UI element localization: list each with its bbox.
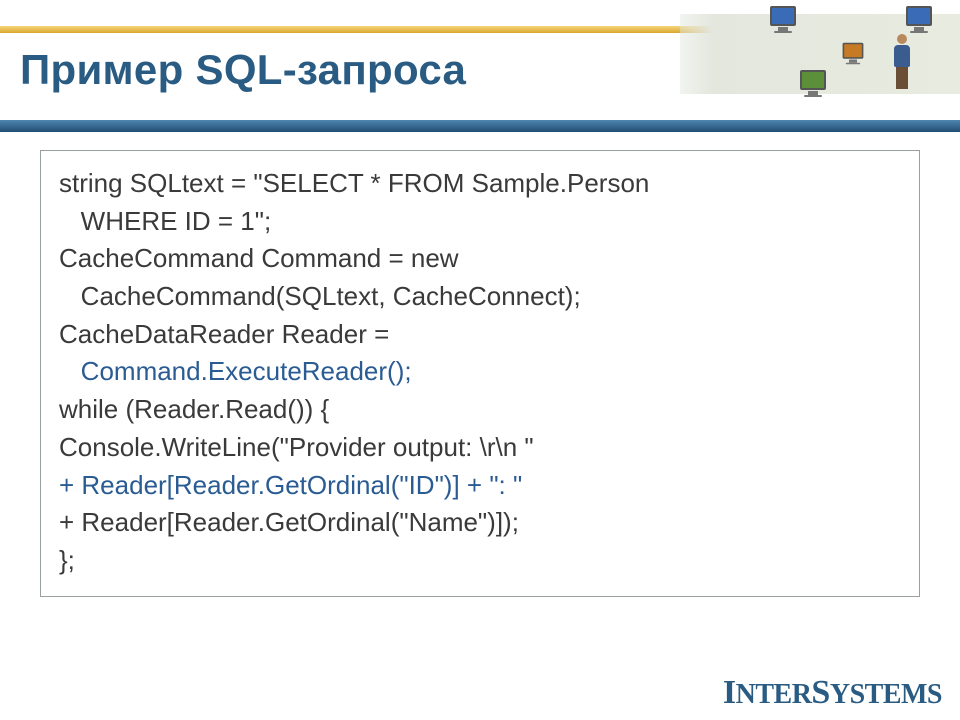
monitor-icon <box>843 43 864 65</box>
monitor-icon <box>800 70 826 97</box>
slide-title: Пример SQL-запроса <box>20 46 466 94</box>
code-line: while (Reader.Read()) { <box>59 394 329 424</box>
code-line: Console.WriteLine("Provider output: \r\n… <box>59 432 534 462</box>
code-line: }; <box>59 545 75 575</box>
code-line-highlight: Command.ExecuteReader(); <box>59 356 412 386</box>
monitor-icon <box>906 6 932 33</box>
code-line: CacheCommand Command = new <box>59 243 459 273</box>
code-block: string SQLtext = "SELECT * FROM Sample.P… <box>40 150 920 597</box>
monitor-icon <box>770 6 796 33</box>
code-line: CacheCommand(SQLtext, CacheConnect); <box>59 281 581 311</box>
intersystems-logo: INTERSYSTEMS <box>723 674 942 712</box>
header-decoration <box>680 0 960 132</box>
code-line: string SQLtext = "SELECT * FROM Sample.P… <box>59 168 649 198</box>
code-line: CacheDataReader Reader = <box>59 319 389 349</box>
blue-separator-bar <box>0 120 960 132</box>
slide-header: Пример SQL-запроса <box>0 0 960 132</box>
code-line-highlight: + Reader[Reader.GetOrdinal("ID")] + ": " <box>59 470 522 500</box>
code-line: WHERE ID = 1"; <box>59 206 271 236</box>
code-line: + Reader[Reader.GetOrdinal("Name")]); <box>59 507 519 537</box>
person-icon <box>890 34 914 94</box>
